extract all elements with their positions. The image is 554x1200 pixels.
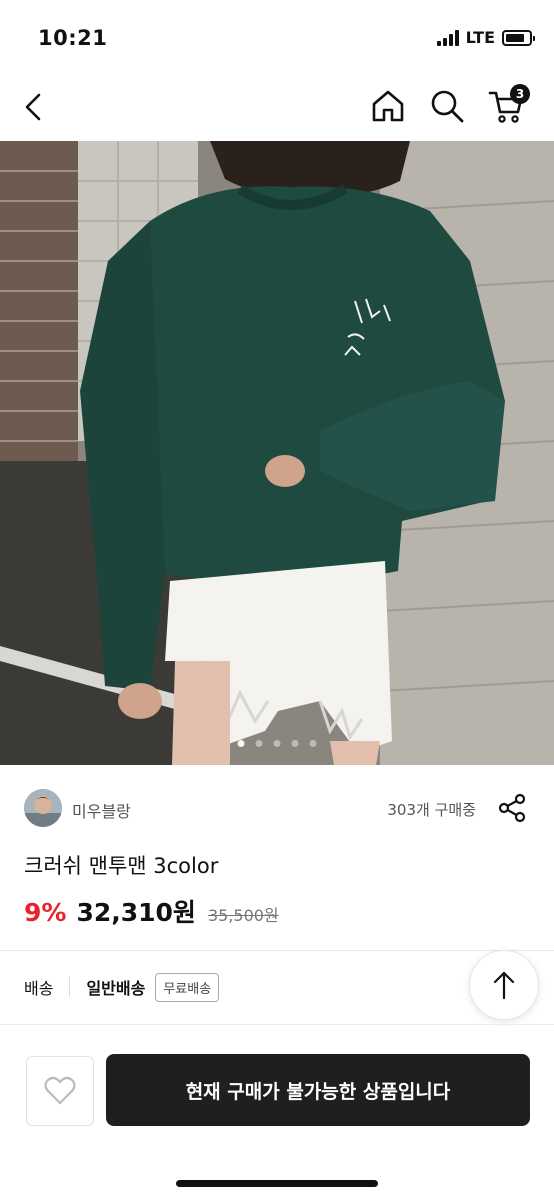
pager-dot[interactable] <box>237 740 245 747</box>
original-price: 35,500원 <box>207 906 279 925</box>
search-icon <box>431 90 464 123</box>
heart-icon <box>44 1076 76 1105</box>
home-icon <box>372 90 404 122</box>
arrow-up-icon <box>493 971 515 1000</box>
status-time: 10:21 <box>38 26 108 50</box>
price-row: 9% 32,310원 35,500원 <box>24 893 279 929</box>
purchase-count: 303개 구매중 <box>387 801 476 819</box>
delivery-label: 배송 <box>24 979 54 998</box>
seller-name[interactable]: 미우블랑 <box>72 798 131 822</box>
product-title: 크러쉬 맨투맨 3color <box>24 854 219 878</box>
top-nav: 3 <box>0 70 554 142</box>
home-indicator[interactable] <box>176 1180 378 1187</box>
bottom-action-bar: 현재 구매가 불가능한 상품입니다 <box>0 1036 554 1200</box>
product-photo <box>0 141 554 765</box>
delivery-type: 일반배송 <box>86 979 146 998</box>
search-button[interactable] <box>427 86 467 126</box>
like-button[interactable] <box>26 1056 94 1126</box>
product-image[interactable] <box>0 141 554 765</box>
image-pager[interactable] <box>237 740 317 747</box>
cart-button[interactable]: 3 <box>486 84 530 126</box>
avatar[interactable] <box>24 789 62 827</box>
buy-button[interactable]: 현재 구매가 불가능한 상품입니다 <box>106 1054 530 1126</box>
back-chevron-icon <box>25 93 41 121</box>
battery-level <box>506 33 524 42</box>
avatar-image <box>24 789 62 827</box>
battery-icon <box>502 29 535 46</box>
section-divider <box>0 950 554 951</box>
discount-rate: 9% <box>24 898 67 927</box>
seller-row: 미우블랑 303개 구매중 <box>24 785 530 833</box>
share-icon <box>498 793 526 823</box>
signal-icon <box>436 29 459 46</box>
network-type: LTE <box>465 28 495 47</box>
section-divider <box>0 1024 554 1025</box>
sale-price: 32,310원 <box>76 898 196 927</box>
home-button[interactable] <box>368 86 408 126</box>
pager-dot[interactable] <box>291 740 299 747</box>
back-button[interactable] <box>16 88 50 126</box>
delivery-separator <box>69 977 71 997</box>
free-shipping-badge: 무료배송 <box>155 972 220 1002</box>
pager-dot[interactable] <box>273 740 281 747</box>
cart-count-badge: 3 <box>510 84 530 104</box>
scroll-to-top-button[interactable] <box>469 950 539 1020</box>
share-button[interactable] <box>496 791 530 825</box>
pager-dot[interactable] <box>255 740 263 747</box>
status-bar: 10:21 LTE <box>0 0 554 70</box>
status-indicators: LTE <box>436 28 535 47</box>
delivery-row: 배송 일반배송 무료배송 <box>24 970 220 1004</box>
pager-dot[interactable] <box>309 740 317 747</box>
